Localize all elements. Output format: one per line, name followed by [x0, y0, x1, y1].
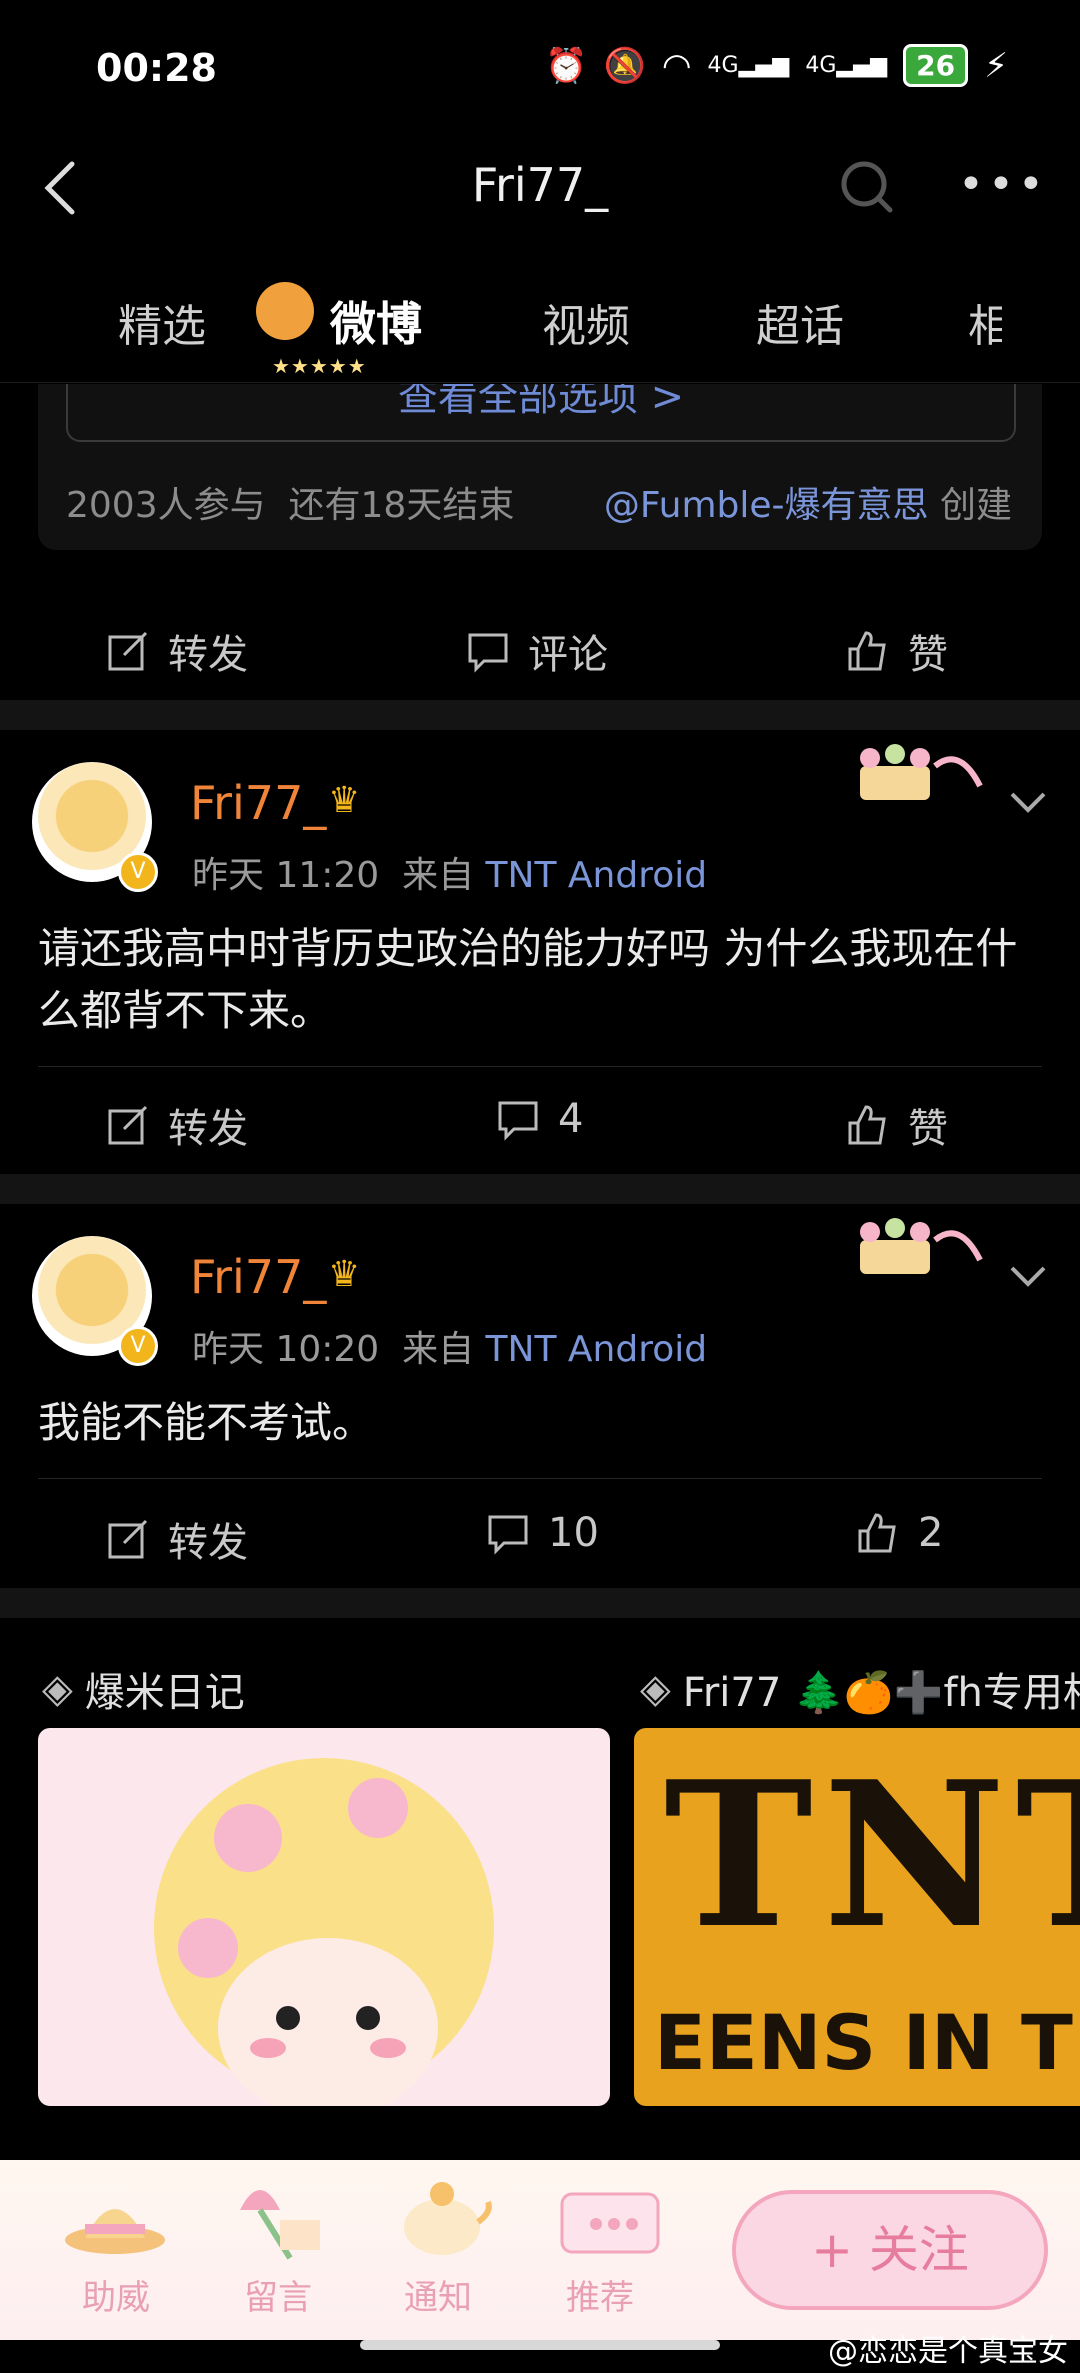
post-meta: 昨天 11:20 来自 TNT Android — [192, 855, 708, 896]
cartoon-girl-image — [154, 1758, 494, 2106]
tab-album[interactable]: 相 — [968, 290, 1002, 354]
comment-icon — [468, 633, 508, 673]
post-divider — [38, 1478, 1042, 1479]
watermark: @恋恋是个真宝女 — [828, 2334, 1068, 2369]
tab-featured[interactable]: 精选 — [118, 290, 206, 354]
repost-button[interactable]: 转发 — [106, 1510, 248, 1568]
like-icon — [858, 1513, 896, 1553]
album-title[interactable]: ◈ Fri77 🌲🍊➕fh专用相 — [640, 1660, 1080, 1718]
mascot-icon — [256, 282, 314, 340]
like-icon — [848, 631, 886, 671]
teapot-icon — [404, 2182, 492, 2255]
chevron-down-icon[interactable] — [1008, 1256, 1048, 1296]
repost-button[interactable]: 转发 — [106, 1096, 248, 1154]
poll-remaining: 还有18天结束 — [288, 485, 515, 526]
poll-participants: 2003人参与 — [66, 485, 266, 526]
section-separator — [0, 700, 1080, 730]
post-text: 请还我高中时背历史政治的能力好吗 为什么我现在什么都背不下来。 — [38, 924, 1018, 1035]
tab-divider — [0, 382, 1080, 383]
like-button[interactable]: 赞 — [846, 622, 948, 680]
comment-icon — [488, 1515, 528, 1555]
album-title[interactable]: ◈ 爆米日记 — [42, 1660, 245, 1718]
home-indicator[interactable] — [360, 2340, 720, 2350]
repost-icon — [108, 1519, 148, 1559]
signal-icon-2: 4G▂▄▆ — [805, 53, 888, 78]
comment-button[interactable]: 10 — [486, 1510, 599, 1556]
like-button[interactable]: 赞 — [846, 1096, 948, 1154]
post-author[interactable]: Fri77_ — [190, 776, 326, 830]
chevron-down-icon[interactable] — [1008, 782, 1048, 822]
page-title: Fri77_ — [471, 158, 609, 212]
mute-icon: 🔕 — [603, 45, 646, 86]
album-cover-image[interactable] — [38, 1728, 610, 2106]
search-icon[interactable] — [838, 158, 894, 214]
tab-stars: ★★★★★ — [272, 354, 367, 378]
tulip-icon — [240, 2190, 320, 2260]
layers-icon: ◈ — [640, 1666, 671, 1712]
post-meta: 昨天 10:20 来自 TNT Android — [192, 1329, 708, 1370]
crown-icon: ♛ — [328, 1254, 361, 1295]
poll-creator: @Fumble-爆有意思 创建 — [603, 485, 1012, 526]
letter-icon — [560, 2192, 660, 2254]
like-button[interactable]: 2 — [856, 1510, 943, 1556]
post-divider — [38, 1066, 1042, 1067]
repost-icon — [108, 1105, 148, 1145]
hat-icon — [65, 2209, 165, 2254]
poll-meta: 2003人参与 还有18天结束 — [66, 476, 514, 528]
tab-weibo[interactable]: 微博 — [330, 288, 422, 354]
post-author[interactable]: Fri77_ — [190, 1250, 326, 1304]
follow-button[interactable]: + 关注 — [732, 2190, 1048, 2310]
repost-button[interactable]: 转发 — [106, 622, 248, 680]
wifi-icon: ◠ — [661, 45, 692, 86]
album-image-text: TNT — [664, 1738, 1080, 1973]
layers-icon: ◈ — [42, 1666, 73, 1712]
section-separator — [0, 1174, 1080, 1204]
tab-supertopic[interactable]: 超话 — [756, 290, 844, 354]
post-text: 我能不能不考试。 — [38, 1398, 375, 1447]
alarm-icon: ⏰ — [545, 45, 588, 86]
repost-icon — [108, 631, 148, 671]
status-icons: ⏰ 🔕 ◠ 4G▂▄▆ 4G▂▄▆ 26 ⚡ — [545, 44, 1008, 87]
nav-message[interactable]: 留言 — [244, 2270, 312, 2319]
nav-recommend[interactable]: 推荐 — [566, 2270, 634, 2319]
more-icon[interactable]: ••• — [958, 163, 1048, 207]
comment-button[interactable]: 评论 — [466, 622, 608, 680]
verified-badge: V — [118, 852, 158, 892]
battery-indicator: 26 — [903, 44, 969, 87]
comment-button[interactable]: 4 — [496, 1096, 583, 1142]
poll-creator-link[interactable]: @Fumble-爆有意思 — [604, 485, 929, 526]
section-separator — [0, 1588, 1080, 1618]
charging-icon: ⚡ — [984, 45, 1008, 86]
basket-decoration-icon — [860, 1218, 983, 1274]
basket-decoration-icon — [860, 744, 983, 800]
album-image-subtext: EENS IN T — [654, 1998, 1073, 2087]
nav-cheer[interactable]: 助威 — [82, 2270, 150, 2319]
tab-video[interactable]: 视频 — [542, 290, 630, 354]
crown-icon: ♛ — [328, 780, 361, 821]
comment-icon — [498, 1101, 538, 1141]
status-time: 00:28 — [96, 46, 217, 90]
like-icon — [848, 1105, 886, 1145]
verified-badge: V — [118, 1326, 158, 1366]
signal-icon-1: 4G▂▄▆ — [707, 53, 790, 78]
poll-view-all-button[interactable]: 查看全部选项 > — [66, 384, 1016, 442]
nav-notify[interactable]: 通知 — [404, 2270, 472, 2319]
album-cover-image[interactable]: TNT EENS IN T — [634, 1728, 1080, 2106]
